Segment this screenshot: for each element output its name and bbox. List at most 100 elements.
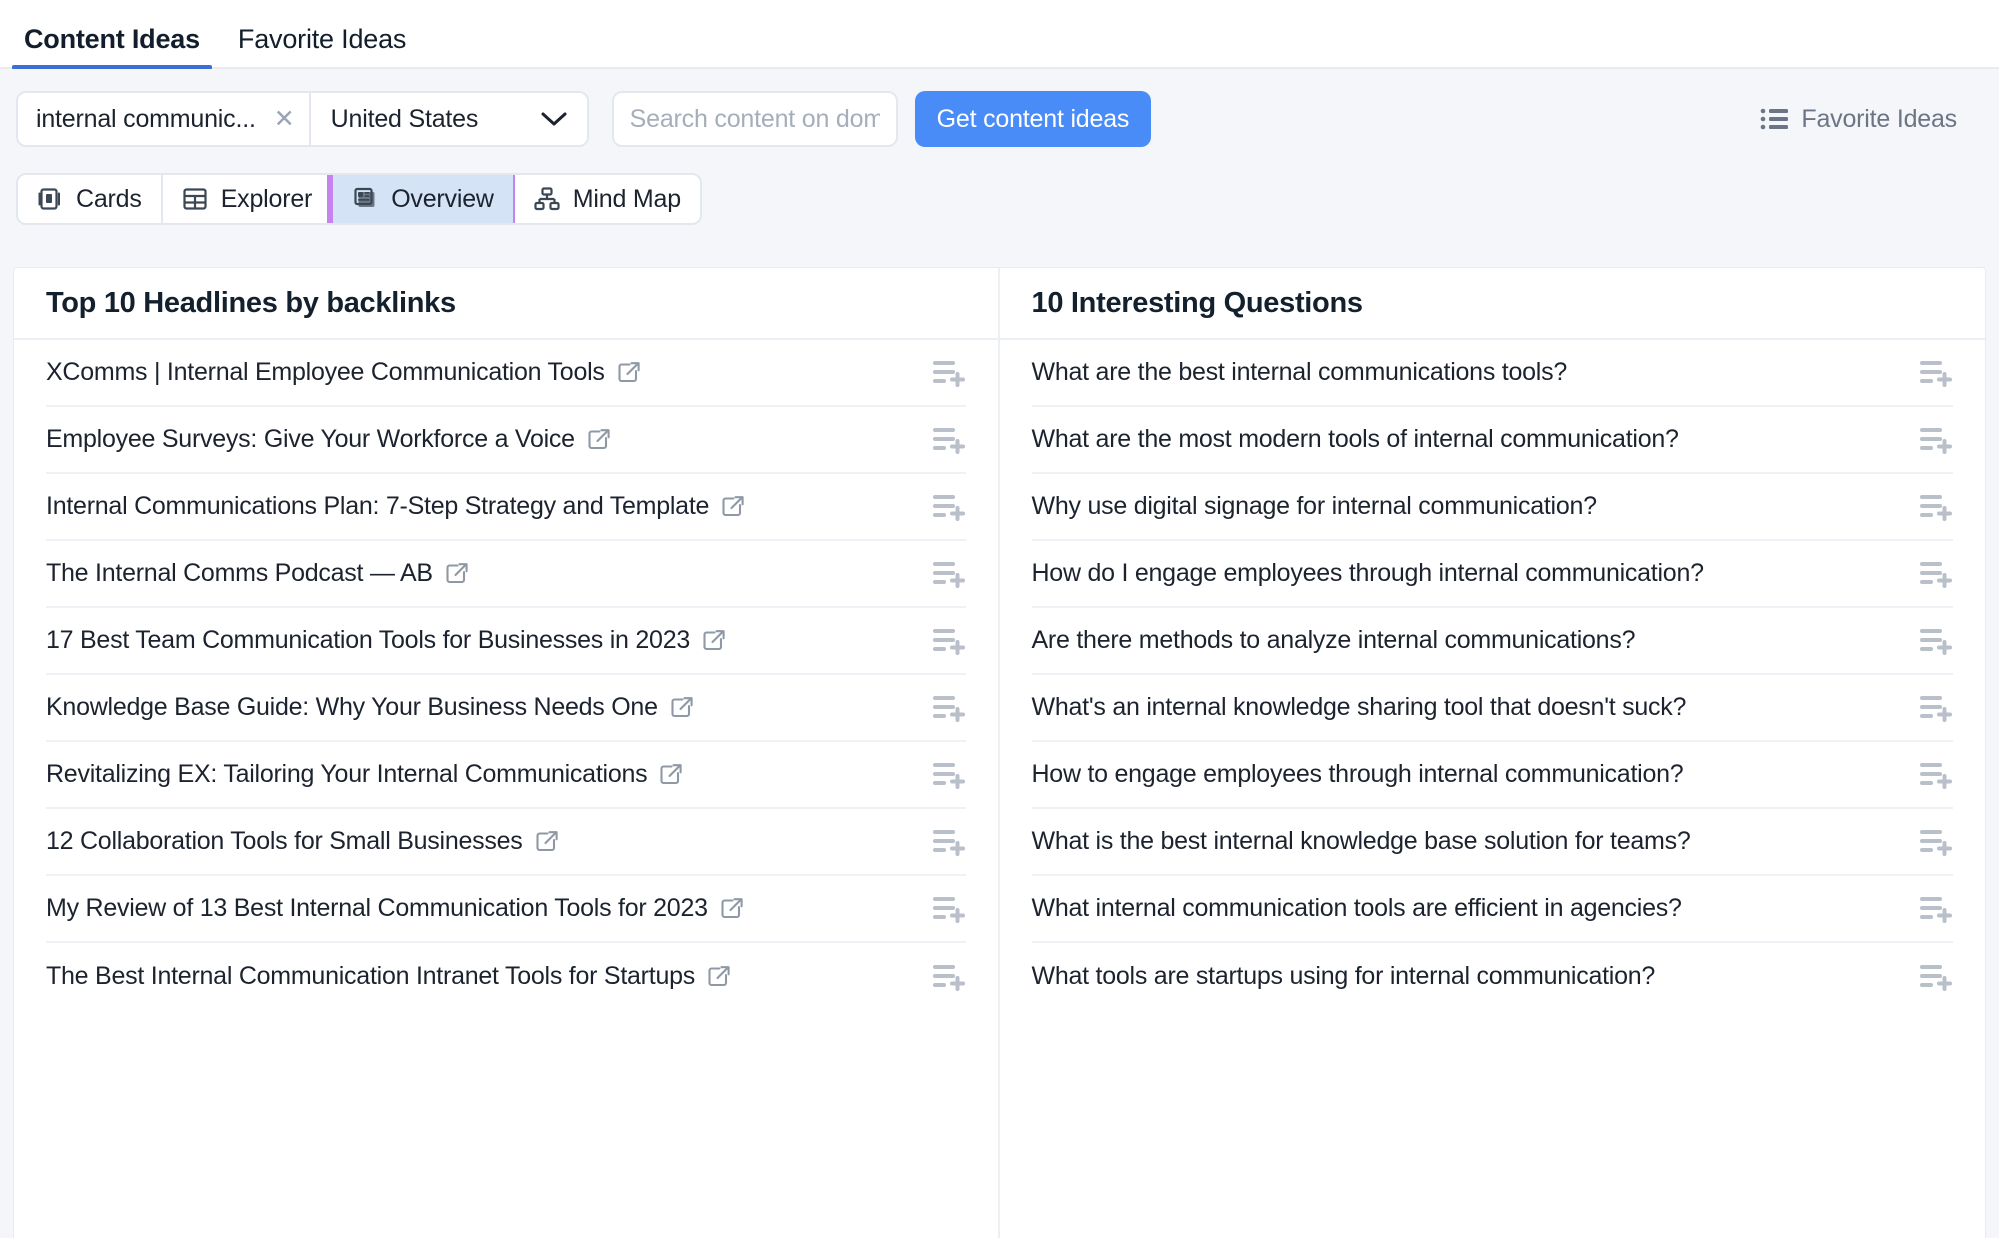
list-item-label: Internal Communications Plan: 7-Step Str… [46, 492, 710, 520]
keyword-country-group: internal communic... ✕ United States [16, 91, 589, 147]
list-item[interactable]: What's an internal knowledge sharing too… [1031, 675, 1953, 742]
add-to-list-icon[interactable] [1919, 358, 1953, 388]
list-item-label: What are the best internal communication… [1031, 358, 1568, 386]
list-item[interactable]: Knowledge Base Guide: Why Your Business … [46, 675, 966, 742]
external-link-icon[interactable] [720, 494, 746, 520]
keyword-field[interactable]: internal communic... ✕ [18, 93, 311, 145]
list-item-label: What tools are startups using for intern… [1031, 962, 1656, 990]
chevron-down-icon [515, 111, 567, 127]
add-to-list-icon[interactable] [1919, 626, 1953, 656]
list-item-label: XComms | Internal Employee Communication… [46, 358, 605, 386]
search-input[interactable] [611, 91, 898, 147]
add-to-list-icon[interactable] [1919, 827, 1953, 857]
external-link-icon[interactable] [586, 427, 612, 453]
add-to-list-icon[interactable] [932, 425, 966, 455]
view-mode-overview[interactable]: Overview [327, 175, 519, 223]
page-title: Top 10 Headlines by backlinks [46, 286, 456, 319]
list-item-label: 17 Best Team Communication Tools for Bus… [46, 626, 691, 654]
add-to-list-icon[interactable] [932, 559, 966, 589]
content-ideas-app: Content Ideas Favorite Ideas internal co… [0, 0, 1999, 1238]
list-item[interactable]: Are there methods to analyze internal co… [1031, 608, 1953, 675]
questions-panel: 10 Interesting Questions What are the be… [999, 268, 1986, 1238]
external-link-icon[interactable] [669, 695, 695, 721]
list-item[interactable]: 12 Collaboration Tools for Small Busines… [46, 809, 966, 876]
headlines-panel: Top 10 Headlines by backlinks XComms | I… [14, 268, 1000, 1238]
list-item[interactable]: Why use digital signage for internal com… [1031, 474, 1953, 541]
list-item[interactable]: What is the best internal knowledge base… [1031, 809, 1953, 876]
close-icon[interactable]: ✕ [256, 106, 295, 132]
overview-panels: Top 10 Headlines by backlinks XComms | I… [13, 267, 1986, 1238]
list-item[interactable]: What tools are startups using for intern… [1032, 943, 1954, 1010]
list-item-label: My Review of 13 Best Internal Communicat… [46, 894, 708, 922]
external-link-icon[interactable] [534, 829, 560, 855]
list-item[interactable]: Revitalizing EX: Tailoring Your Internal… [46, 742, 966, 809]
tab-content-ideas[interactable]: Content Ideas [12, 26, 212, 70]
list-item[interactable]: 17 Best Team Communication Tools for Bus… [46, 608, 966, 675]
favorite-ideas-label: Favorite Ideas [1801, 104, 1957, 133]
favorite-ideas-link[interactable]: Favorite Ideas [1760, 105, 1957, 134]
list-item[interactable]: The Best Internal Communication Intranet… [46, 943, 966, 1010]
country-select[interactable]: United States [310, 93, 587, 145]
overview-icon [352, 186, 378, 212]
search-row: internal communic... ✕ United States Get… [16, 91, 1983, 147]
add-to-list-icon[interactable] [932, 492, 966, 522]
list-item[interactable]: Internal Communications Plan: 7-Step Str… [46, 474, 966, 541]
add-to-list-icon[interactable] [1919, 760, 1953, 790]
list-item[interactable]: How do I engage employees through intern… [1031, 541, 1953, 608]
table-icon [182, 186, 208, 212]
list-item[interactable]: XComms | Internal Employee Communication… [46, 340, 966, 407]
list-item-label: How to engage employees through internal… [1031, 760, 1684, 788]
list-item[interactable]: Employee Surveys: Give Your Workforce a … [46, 407, 966, 474]
view-mode-mind-map-label: Mind Map [572, 184, 681, 213]
external-link-icon[interactable] [719, 896, 745, 922]
list-item-label: Are there methods to analyze internal co… [1031, 626, 1636, 654]
add-to-list-icon[interactable] [932, 894, 966, 924]
external-link-icon[interactable] [706, 964, 732, 990]
add-to-list-icon[interactable] [932, 358, 966, 388]
add-to-list-icon[interactable] [1919, 492, 1953, 522]
add-to-list-icon[interactable] [1919, 894, 1953, 924]
view-mode-cards[interactable]: Cards [18, 175, 163, 223]
list-item-label: What's an internal knowledge sharing too… [1031, 693, 1687, 721]
list-item[interactable]: What internal communication tools are ef… [1031, 876, 1953, 943]
view-mode-row: Cards Explorer Overview Mind Map [16, 173, 1983, 225]
external-link-icon[interactable] [658, 762, 684, 788]
add-to-list-icon[interactable] [1919, 559, 1953, 589]
list-item-label: The Best Internal Communication Intranet… [46, 962, 696, 990]
list-item-label: What internal communication tools are ef… [1031, 894, 1682, 922]
view-mode-mind-map[interactable]: Mind Map [514, 175, 700, 223]
tab-favorite-ideas-label: Favorite Ideas [237, 24, 407, 54]
view-mode-explorer[interactable]: Explorer [162, 175, 334, 223]
headlines-panel-header: Top 10 Headlines by backlinks [14, 268, 998, 340]
list-item[interactable]: What are the best internal communication… [1031, 340, 1953, 407]
list-item-label: Employee Surveys: Give Your Workforce a … [46, 425, 575, 453]
add-to-list-icon[interactable] [1919, 962, 1953, 992]
list-item-label: The Internal Comms Podcast — AB [46, 559, 433, 587]
list-item-label: What is the best internal knowledge base… [1031, 827, 1691, 855]
external-link-icon[interactable] [616, 360, 642, 386]
list-icon [1760, 107, 1789, 131]
add-to-list-icon[interactable] [1919, 425, 1953, 455]
add-to-list-icon[interactable] [932, 693, 966, 723]
list-item[interactable]: How to engage employees through internal… [1031, 742, 1953, 809]
list-item-label: Revitalizing EX: Tailoring Your Internal… [46, 760, 648, 788]
mindmap-icon [534, 186, 560, 212]
external-link-icon[interactable] [444, 561, 470, 587]
keyword-value: internal communic... [36, 104, 256, 133]
list-item[interactable]: My Review of 13 Best Internal Communicat… [46, 876, 966, 943]
get-content-ideas-button[interactable]: Get content ideas [914, 91, 1152, 147]
add-to-list-icon[interactable] [932, 827, 966, 857]
tab-favorite-ideas[interactable]: Favorite Ideas [226, 26, 418, 67]
list-item-label: What are the most modern tools of intern… [1031, 425, 1679, 453]
list-item[interactable]: The Internal Comms Podcast — AB [46, 541, 966, 608]
view-mode-overview-label: Overview [391, 184, 494, 213]
headlines-list: XComms | Internal Employee Communication… [14, 340, 998, 1010]
add-to-list-icon[interactable] [932, 626, 966, 656]
questions-panel-header: 10 Interesting Questions [999, 268, 1985, 340]
external-link-icon[interactable] [701, 628, 727, 654]
list-item[interactable]: What are the most modern tools of intern… [1031, 407, 1953, 474]
add-to-list-icon[interactable] [932, 760, 966, 790]
add-to-list-icon[interactable] [932, 962, 966, 992]
add-to-list-icon[interactable] [1919, 693, 1953, 723]
questions-list: What are the best internal communication… [1000, 340, 1986, 1010]
